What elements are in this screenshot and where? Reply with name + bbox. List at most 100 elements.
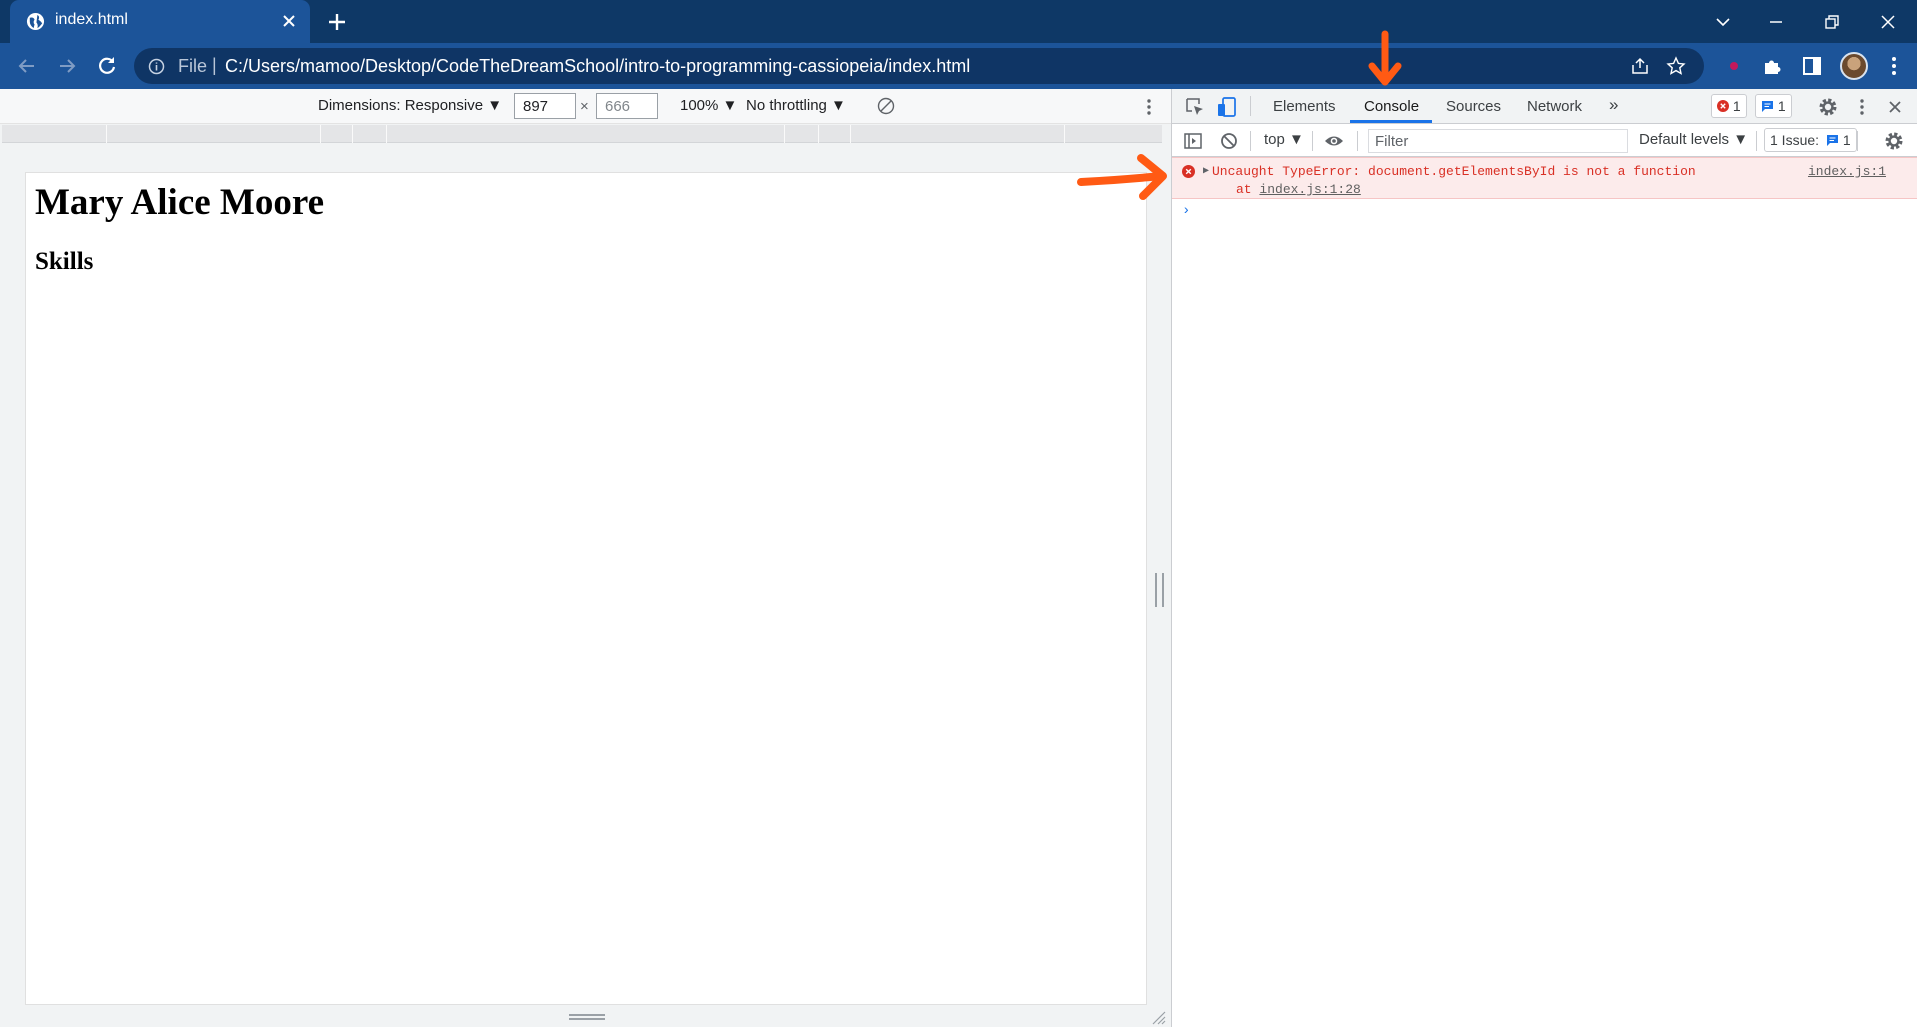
annotation-arrow-right-icon	[1077, 154, 1167, 200]
console-error-message[interactable]: ▶ Uncaught TypeError: document.getElemen…	[1172, 157, 1917, 199]
profile-avatar[interactable]	[1840, 52, 1868, 80]
ruler-divider	[106, 125, 107, 143]
error-location-link[interactable]: index.js:1:28	[1259, 182, 1360, 197]
toolbar-divider	[1250, 96, 1251, 116]
devtools-tab-bar: Elements Console Sources Network » 1 1	[1172, 89, 1917, 124]
context-label: top	[1264, 131, 1285, 148]
console-prompt[interactable]: ›	[1182, 203, 1190, 219]
dimension-times: ×	[580, 98, 589, 115]
message-count-badge[interactable]: 1	[1755, 94, 1792, 118]
ruler-divider	[784, 125, 785, 143]
ruler-divider	[850, 125, 851, 143]
ruler-divider	[818, 125, 819, 143]
close-window-icon[interactable]	[1874, 8, 1902, 36]
tab-search-chevron-icon[interactable]	[1709, 8, 1737, 36]
error-text: Uncaught TypeError: document.getElements…	[1212, 164, 1696, 179]
more-tabs-button[interactable]: »	[1609, 95, 1618, 115]
dimensions-label: Dimensions: Responsive	[318, 97, 484, 114]
resize-corner-icon[interactable]	[1150, 1009, 1166, 1025]
live-expression-eye-icon[interactable]	[1323, 130, 1345, 152]
issues-count: 1	[1842, 132, 1851, 148]
new-tab-icon[interactable]	[325, 10, 349, 34]
message-count: 1	[1777, 98, 1786, 114]
log-levels-label: Default levels	[1639, 131, 1730, 148]
resize-handle-right[interactable]	[1155, 573, 1164, 607]
console-filter-input[interactable]: Filter	[1368, 129, 1628, 153]
browser-menu-icon[interactable]	[1882, 54, 1906, 78]
restore-icon[interactable]	[1818, 8, 1846, 36]
extensions-puzzle-icon[interactable]	[1760, 54, 1784, 78]
dimensions-dropdown[interactable]: Dimensions: Responsive ▼	[318, 97, 502, 114]
message-icon	[1762, 101, 1773, 112]
ruler-divider	[1064, 125, 1065, 143]
extension-record-icon[interactable]	[1722, 54, 1746, 78]
reload-icon[interactable]	[94, 53, 120, 79]
bookmark-star-icon[interactable]	[1666, 56, 1686, 76]
page-heading: Mary Alice Moore	[35, 182, 325, 223]
active-tab-indicator	[1350, 120, 1432, 123]
settings-gear-icon[interactable]	[1817, 96, 1839, 118]
close-tab-icon[interactable]	[280, 12, 298, 30]
error-count: 1	[1732, 98, 1741, 114]
toolbar-divider	[1250, 131, 1251, 151]
clear-console-icon[interactable]	[1218, 130, 1240, 152]
device-toggle-icon[interactable]	[1216, 96, 1238, 118]
browser-toolbar: File | C:/Users/mamoo/Desktop/CodeTheDre…	[0, 43, 1917, 89]
height-input[interactable]: 666	[596, 93, 658, 119]
tab-console[interactable]: Console	[1364, 98, 1419, 115]
log-levels-dropdown[interactable]: Default levels ▼	[1639, 131, 1748, 148]
back-icon[interactable]	[14, 53, 40, 79]
browser-tab-strip: index.html	[0, 0, 1917, 43]
tab-title: index.html	[55, 11, 128, 28]
sidebar-toggle-icon[interactable]	[1182, 130, 1204, 152]
inspect-element-icon[interactable]	[1184, 96, 1206, 118]
error-source-link[interactable]: index.js:1	[1808, 164, 1886, 179]
resize-handle-bottom[interactable]	[569, 1014, 605, 1020]
devtools-menu-icon[interactable]	[1851, 96, 1873, 118]
toolbar-divider	[1357, 131, 1358, 151]
devtools-panel: Elements Console Sources Network » 1 1 t…	[1171, 89, 1917, 1027]
issues-button[interactable]: 1 Issue: 1	[1764, 128, 1857, 152]
tab-sources[interactable]: Sources	[1446, 98, 1501, 115]
browser-tab[interactable]: index.html	[10, 0, 310, 43]
throttling-dropdown[interactable]: No throttling ▼	[746, 97, 846, 114]
device-mode-viewport: Dimensions: Responsive ▼ 897 × 666 100% …	[0, 89, 1171, 1027]
info-icon[interactable]	[148, 58, 165, 75]
zoom-label: 100%	[680, 97, 719, 114]
ruler-divider	[320, 125, 321, 143]
device-toolbar: Dimensions: Responsive ▼ 897 × 666 100% …	[0, 89, 1171, 124]
media-query-ruler[interactable]	[2, 125, 1162, 143]
share-icon[interactable]	[1630, 56, 1650, 76]
close-devtools-icon[interactable]	[1884, 96, 1906, 118]
forward-icon[interactable]	[54, 53, 80, 79]
ruler-divider	[386, 125, 387, 143]
address-scheme: File	[178, 56, 208, 76]
address-separator: |	[212, 55, 217, 75]
issue-message-icon	[1826, 135, 1838, 146]
error-stack-line: at index.js:1:28	[1236, 182, 1361, 197]
width-input[interactable]: 897	[514, 93, 576, 119]
tab-network[interactable]: Network	[1527, 98, 1582, 115]
address-bar[interactable]: File | C:/Users/mamoo/Desktop/CodeTheDre…	[134, 48, 1704, 84]
minimize-icon[interactable]	[1762, 8, 1790, 36]
tab-elements[interactable]: Elements	[1273, 98, 1336, 115]
rotate-icon[interactable]	[875, 95, 897, 117]
more-options-icon[interactable]	[1140, 97, 1158, 117]
context-selector[interactable]: top ▼	[1264, 131, 1304, 148]
throttling-label: No throttling	[746, 97, 827, 114]
ruler-divider	[352, 125, 353, 143]
error-count-badge[interactable]: 1	[1711, 94, 1747, 118]
toolbar-divider	[1857, 131, 1858, 151]
address-url[interactable]: C:/Users/mamoo/Desktop/CodeTheDreamSchoo…	[225, 56, 970, 77]
zoom-dropdown[interactable]: 100% ▼	[680, 97, 737, 114]
expand-triangle-icon[interactable]: ▶	[1203, 165, 1209, 177]
globe-icon	[26, 12, 45, 31]
toolbar-divider	[1312, 131, 1313, 151]
console-toolbar: top ▼ Filter Default levels ▼ 1 Issue: 1	[1172, 124, 1917, 157]
issues-label: 1 Issue:	[1770, 132, 1820, 148]
side-panel-icon[interactable]	[1800, 54, 1824, 78]
page-subheading: Skills	[35, 248, 94, 275]
toolbar-divider	[1756, 131, 1757, 151]
console-settings-gear-icon[interactable]	[1883, 130, 1905, 152]
annotation-arrow-down-icon	[1368, 30, 1402, 86]
